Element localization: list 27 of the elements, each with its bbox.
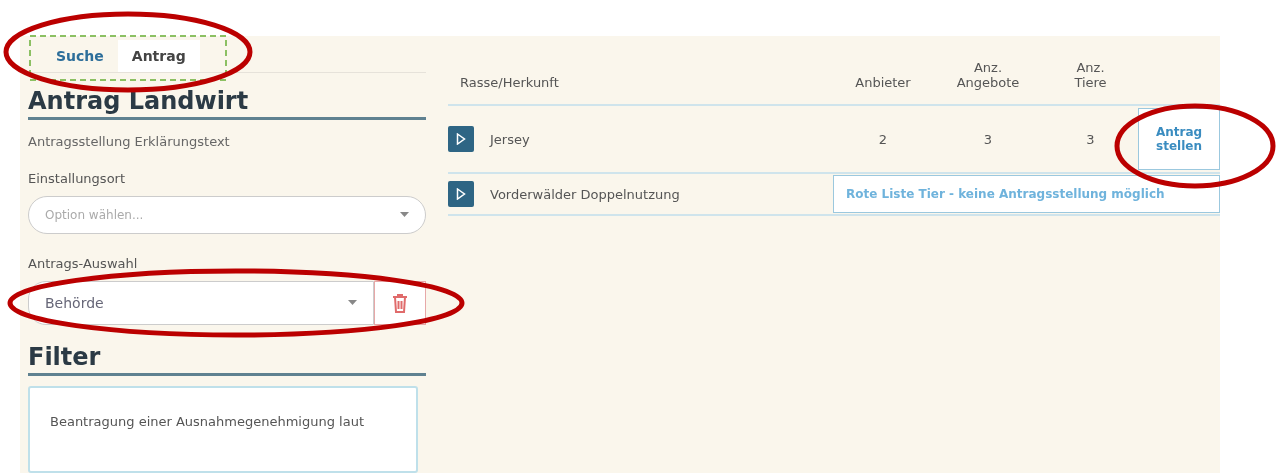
- field-label: Einstallungsort: [28, 171, 127, 186]
- column-header: Anbieter: [855, 75, 911, 90]
- apply-button[interactable]: Antrag stellen: [1138, 108, 1220, 170]
- breed-name: Vorderwälder Doppelnutzung: [490, 186, 680, 202]
- breed-name: Jersey: [490, 131, 530, 147]
- dropdown-caret-icon: [348, 300, 357, 306]
- dropdown-caret-icon: [400, 212, 409, 218]
- filter-title: Filter: [28, 342, 426, 376]
- field-label: Antrags-Auswahl: [28, 255, 139, 271]
- tab[interactable]: Suche: [42, 40, 118, 72]
- expand-button[interactable]: [448, 126, 474, 152]
- offer-count: 3: [982, 131, 994, 147]
- form-title: Antrag Landwirt: [28, 87, 426, 120]
- animal-count: 3: [1085, 131, 1096, 147]
- filter-info-card: Beantragung einer Ausnahmegenehmigung laut: [28, 385, 418, 473]
- provider-count: 2: [877, 131, 889, 147]
- trash-icon: [392, 292, 408, 313]
- play-icon: [456, 188, 466, 200]
- column-header: Rasse/Herkunft: [459, 75, 559, 90]
- dropdown-field[interactable]: Behörde: [28, 280, 374, 325]
- column-header: Anz. Angebote: [956, 60, 1020, 90]
- notice-banner: Rote Liste Tier - keine Antragsstellung möglich: [833, 175, 1220, 213]
- form-description: Antragsstellung Erklärungstext: [28, 134, 231, 149]
- play-icon: [456, 133, 466, 145]
- expand-button[interactable]: [448, 181, 474, 207]
- tab[interactable]: Antrag: [117, 40, 200, 72]
- column-header: Anz. Tiere: [1074, 60, 1107, 90]
